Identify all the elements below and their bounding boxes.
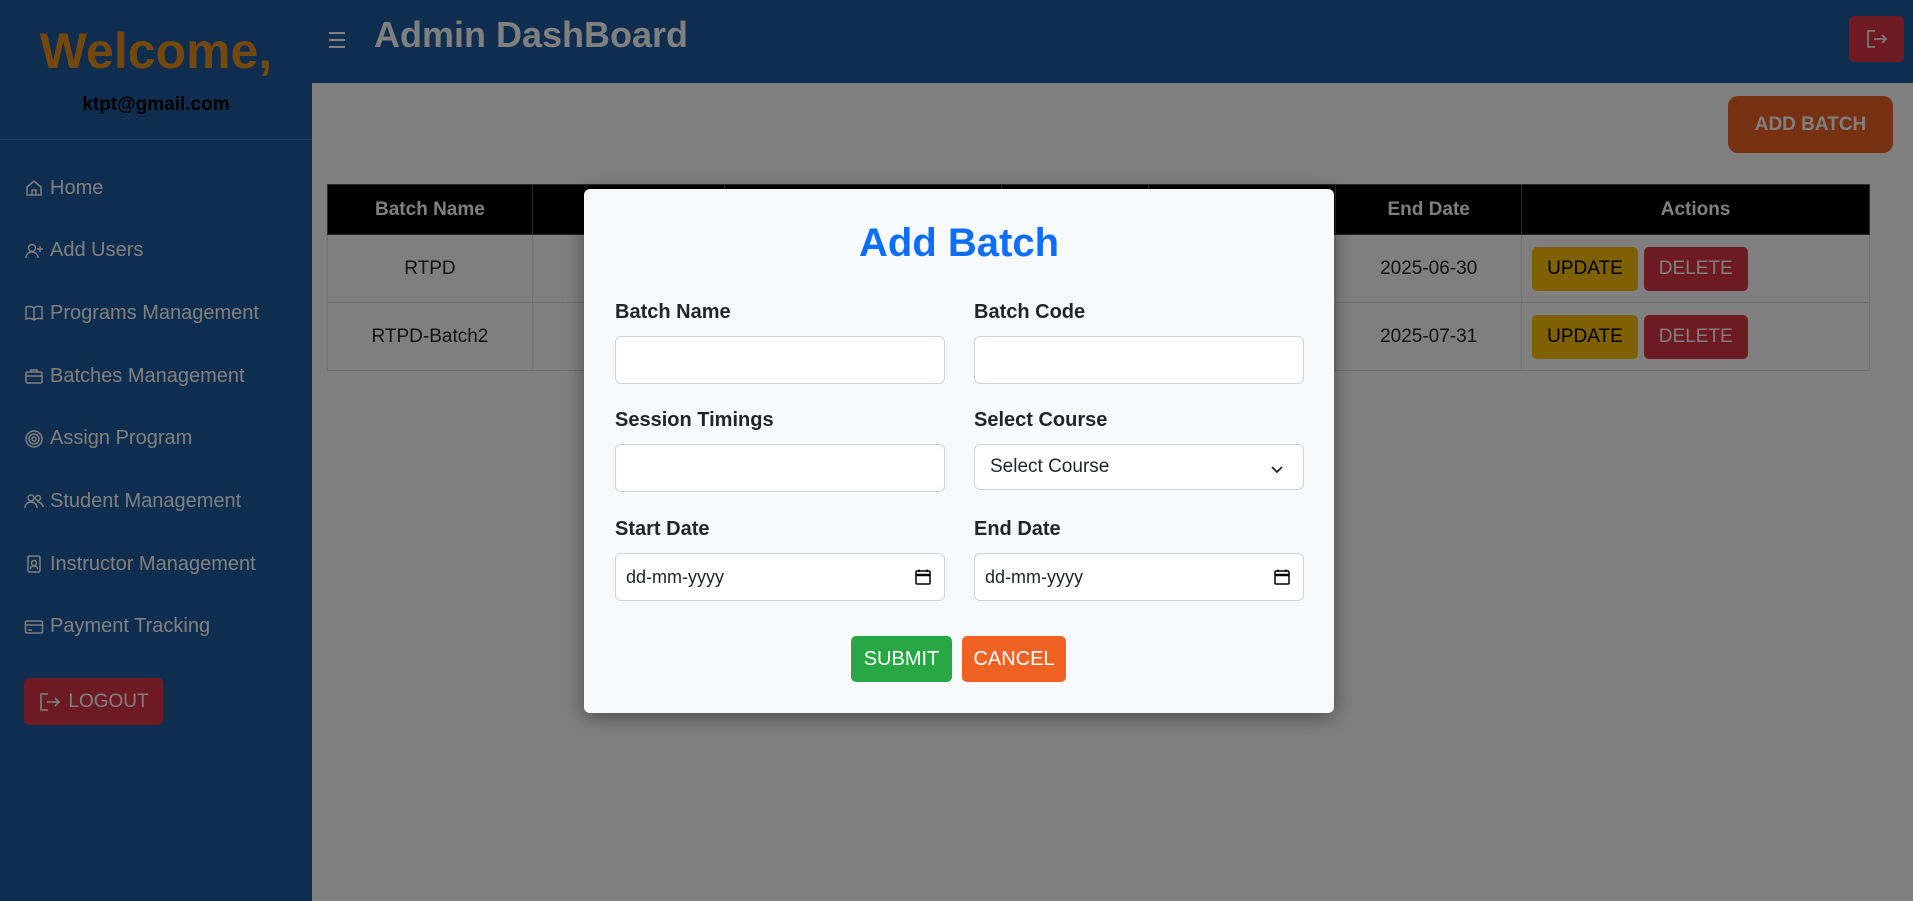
select-course-label: Select Course (974, 409, 1108, 431)
add-batch-modal: Add Batch Batch Name Batch Code Session … (584, 189, 1334, 713)
start-date-label: Start Date (615, 518, 710, 540)
modal-title: Add Batch (859, 221, 1059, 265)
start-date-input[interactable]: dd-mm-yyyy (615, 553, 945, 601)
start-date-placeholder: dd-mm-yyyy (626, 566, 724, 587)
session-timings-label: Session Timings (615, 409, 774, 431)
cancel-button[interactable]: CANCEL (962, 636, 1066, 682)
session-timings-field-group: Session Timings (615, 409, 945, 492)
end-date-placeholder: dd-mm-yyyy (985, 566, 1083, 587)
batch-name-label: Batch Name (615, 301, 731, 323)
chevron-down-icon (1271, 466, 1283, 474)
end-date-input[interactable]: dd-mm-yyyy (974, 553, 1304, 601)
batch-name-field-group: Batch Name (615, 301, 945, 384)
batch-code-label: Batch Code (974, 301, 1086, 323)
session-timings-input[interactable] (615, 444, 945, 492)
batch-code-input[interactable] (974, 336, 1304, 384)
course-select-value: Select Course (990, 456, 1110, 477)
batch-name-input[interactable] (615, 336, 945, 384)
end-date-label: End Date (974, 518, 1061, 540)
batch-code-field-group: Batch Code (974, 301, 1304, 384)
course-select[interactable]: Select Course (974, 444, 1304, 490)
submit-button[interactable]: SUBMIT (851, 636, 952, 682)
select-course-field-group: Select Course Select Course (974, 409, 1304, 490)
calendar-icon[interactable] (914, 568, 932, 586)
end-date-field-group: End Date dd-mm-yyyy (974, 518, 1304, 601)
calendar-icon[interactable] (1273, 568, 1291, 586)
start-date-field-group: Start Date dd-mm-yyyy (615, 518, 945, 601)
